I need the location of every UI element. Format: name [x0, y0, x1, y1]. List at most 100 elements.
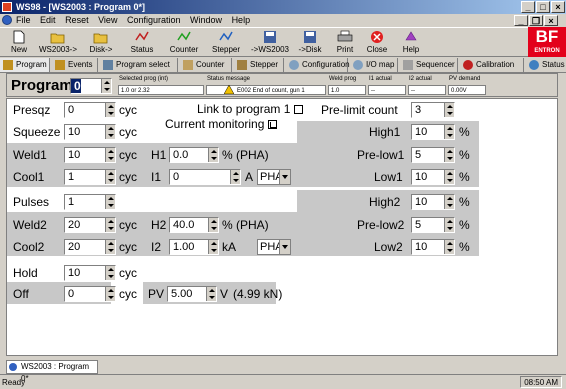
- h1-input[interactable]: 0.0: [169, 147, 219, 163]
- weld2-input[interactable]: 20: [64, 217, 116, 233]
- menu-help[interactable]: Help: [232, 15, 251, 25]
- h2-input[interactable]: 40.0: [169, 217, 219, 233]
- menu-edit[interactable]: Edit: [40, 15, 56, 25]
- counter-button[interactable]: Counter: [164, 28, 204, 58]
- new-button[interactable]: New: [4, 28, 34, 58]
- hold-input[interactable]: 10: [64, 265, 116, 281]
- menu-window[interactable]: Window: [190, 15, 222, 25]
- open-folder-icon: [50, 33, 65, 44]
- ws2003-in-button[interactable]: WS2003->: [36, 28, 80, 58]
- document-tab[interactable]: WS2003 : Program 0*: [6, 360, 98, 383]
- prelow2-spinner[interactable]: [444, 218, 454, 232]
- document-icon: [9, 363, 17, 371]
- cool1-input[interactable]: 1: [64, 169, 116, 185]
- menu-file[interactable]: File: [16, 15, 31, 25]
- off-spinner[interactable]: [105, 287, 115, 301]
- high2-input[interactable]: 10: [411, 194, 455, 210]
- status-icon: [135, 31, 149, 41]
- high2-spinner[interactable]: [444, 195, 454, 209]
- pulses-input[interactable]: 1: [64, 194, 116, 210]
- pv-input[interactable]: 5.00: [167, 286, 217, 302]
- menu-configuration[interactable]: Configuration: [127, 15, 181, 25]
- tab-io-map[interactable]: I/O map: [350, 58, 398, 72]
- low1-spinner[interactable]: [444, 170, 454, 184]
- low1-input[interactable]: 10: [411, 169, 455, 185]
- close-button[interactable]: Close: [362, 28, 392, 58]
- cool2-input[interactable]: 20: [64, 239, 116, 255]
- pv-demand-value: 0.00V: [448, 85, 486, 95]
- low2-spinner[interactable]: [444, 240, 454, 254]
- close-window-button[interactable]: ×: [551, 1, 565, 13]
- to-ws2003-button[interactable]: ->WS2003: [248, 28, 292, 58]
- weld-prog-value: 1.0: [328, 85, 366, 95]
- prelow2-input[interactable]: 5: [411, 217, 455, 233]
- h2-spinner[interactable]: [208, 218, 218, 232]
- chevron-down-icon[interactable]: [279, 170, 290, 184]
- menu-reset[interactable]: Reset: [65, 15, 89, 25]
- title-bar: WS98 - [WS2003 : Program 0*] _ □ ×: [0, 0, 566, 14]
- i2-spinner[interactable]: [208, 240, 218, 254]
- minimize-button[interactable]: _: [521, 1, 535, 13]
- tab-program-select[interactable]: Program select: [100, 58, 178, 72]
- status-icon: [529, 60, 539, 70]
- weld2-spinner[interactable]: [105, 218, 115, 232]
- off-input[interactable]: 0: [64, 286, 116, 302]
- weld1-input[interactable]: 10: [64, 147, 116, 163]
- i2-unit: kA: [222, 240, 237, 254]
- pulses-spinner[interactable]: [105, 195, 115, 209]
- chevron-down-icon[interactable]: [279, 240, 290, 254]
- disk-in-button[interactable]: Disk->: [84, 28, 118, 58]
- cool1-spinner[interactable]: [105, 170, 115, 184]
- pv-spinner[interactable]: [206, 287, 216, 301]
- link-to-program-option[interactable]: Link to program 1: [197, 101, 304, 117]
- cool2-spinner[interactable]: [105, 240, 115, 254]
- program-spinner[interactable]: [101, 79, 111, 93]
- mdi-close-button[interactable]: ×: [544, 15, 558, 26]
- i1-label: I1: [151, 170, 162, 184]
- prelimit-input[interactable]: 3: [411, 102, 455, 118]
- io-map-icon: [353, 60, 363, 70]
- help-button[interactable]: Help: [396, 28, 426, 58]
- bf-entron-logo: BF ENTRON: [528, 27, 566, 57]
- program-number-input[interactable]: 0: [70, 78, 112, 94]
- i1-mode-select[interactable]: PHA: [257, 169, 291, 185]
- mdi-restore-button[interactable]: ❐: [529, 15, 543, 26]
- high1-input[interactable]: 10: [411, 124, 455, 140]
- current-monitoring-option[interactable]: Current monitoring: [165, 116, 278, 132]
- print-button[interactable]: Print: [330, 28, 360, 58]
- presqz-input[interactable]: 0: [64, 102, 116, 118]
- i1-input[interactable]: 0: [169, 169, 241, 185]
- tab-sequencer[interactable]: Sequencer: [400, 58, 458, 72]
- prelow2-unit: %: [459, 218, 470, 232]
- prelimit-spinner[interactable]: [444, 103, 454, 117]
- i2-input[interactable]: 1.00: [169, 239, 219, 255]
- prelow1-spinner[interactable]: [444, 148, 454, 162]
- squeeze-input[interactable]: 10: [64, 124, 116, 140]
- i1-spinner[interactable]: [230, 170, 240, 184]
- weld1-spinner[interactable]: [105, 148, 115, 162]
- tab-configuration[interactable]: Configuration: [286, 58, 350, 72]
- menu-view[interactable]: View: [98, 15, 117, 25]
- status-button[interactable]: Status: [124, 28, 160, 58]
- tab-calibration[interactable]: Calibration: [460, 58, 524, 72]
- stepper-button[interactable]: Stepper: [206, 28, 246, 58]
- mdi-minimize-button[interactable]: _: [514, 15, 528, 26]
- i2-mode-select[interactable]: PHA: [257, 239, 291, 255]
- tab-counter[interactable]: Counter: [180, 58, 232, 72]
- link-to-program-checkbox[interactable]: [294, 105, 304, 115]
- h1-spinner[interactable]: [208, 148, 218, 162]
- prelow1-input[interactable]: 5: [411, 147, 455, 163]
- squeeze-spinner[interactable]: [105, 125, 115, 139]
- tab-stepper[interactable]: Stepper: [234, 58, 284, 72]
- maximize-button[interactable]: □: [536, 1, 550, 13]
- to-disk-button[interactable]: ->Disk: [294, 28, 326, 58]
- presqz-unit: cyc: [119, 103, 137, 117]
- tab-status[interactable]: Status: [526, 58, 566, 72]
- hold-spinner[interactable]: [105, 266, 115, 280]
- tab-events[interactable]: Events: [52, 58, 98, 72]
- presqz-spinner[interactable]: [105, 103, 115, 117]
- high1-spinner[interactable]: [444, 125, 454, 139]
- tab-program[interactable]: Program: [0, 58, 50, 72]
- low2-input[interactable]: 10: [411, 239, 455, 255]
- current-monitoring-checkbox[interactable]: [268, 120, 278, 130]
